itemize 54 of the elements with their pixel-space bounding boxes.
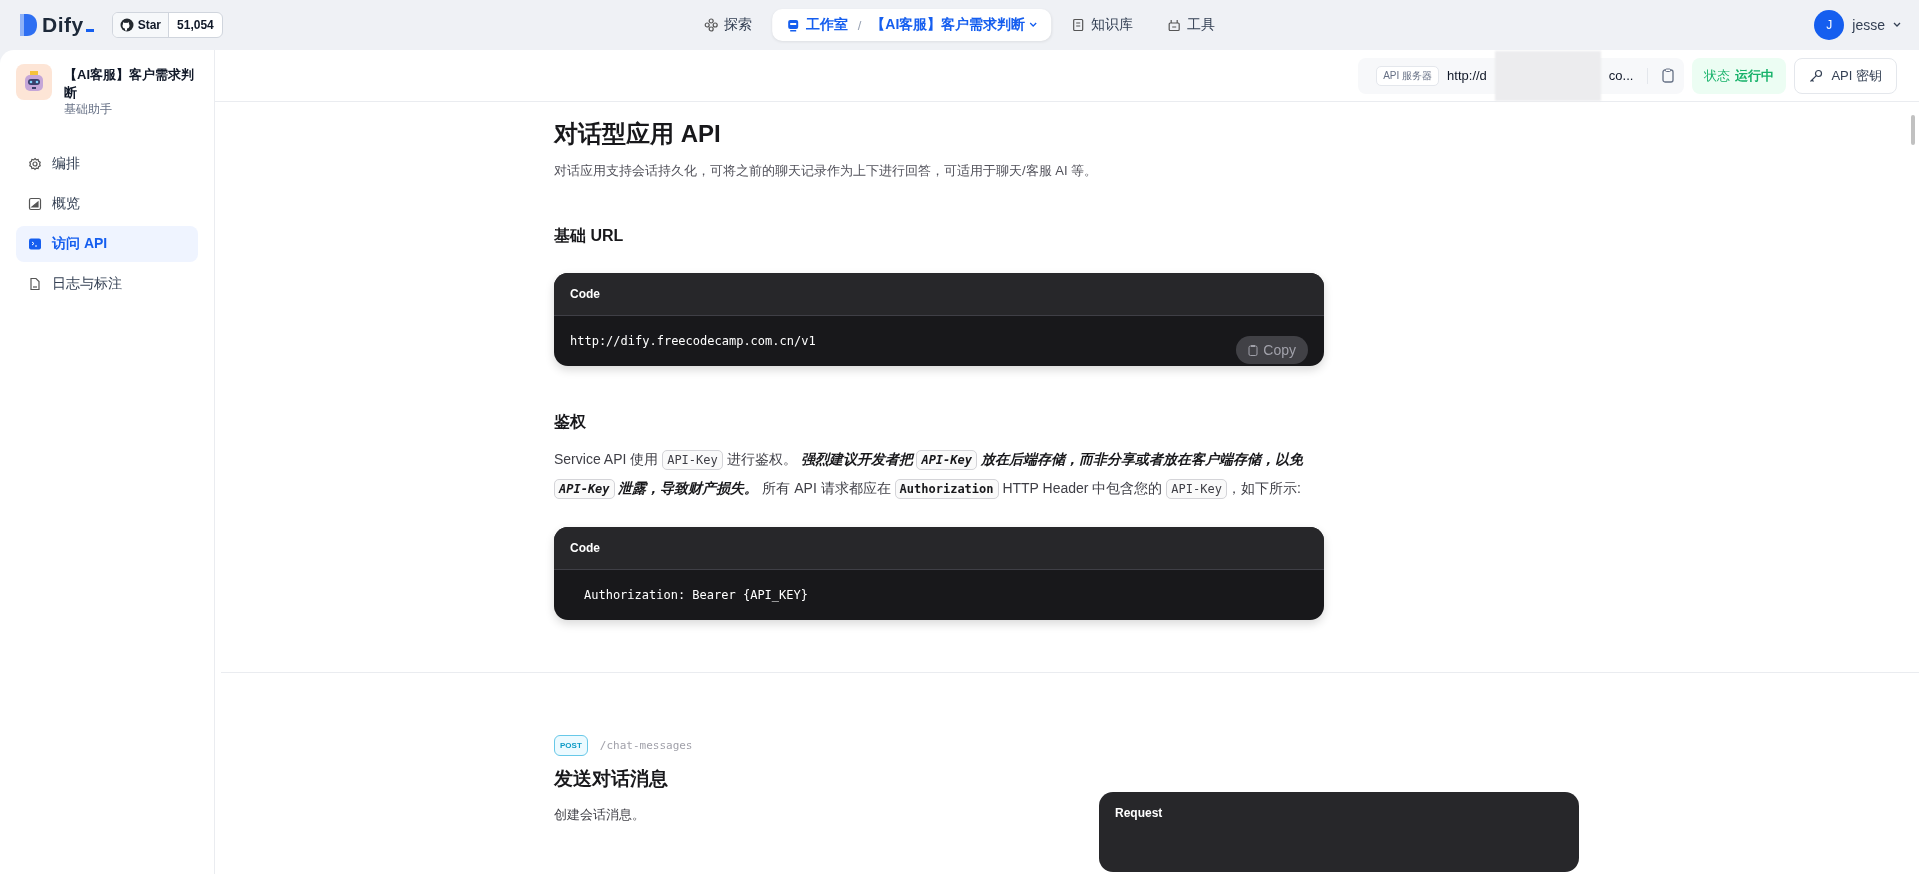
terminal-icon [28, 237, 42, 251]
server-url-start: http://d [1447, 68, 1487, 83]
endpoint-description: 创建会话消息。 [554, 806, 646, 824]
method-badge: POST [554, 735, 588, 756]
auth-paragraph: Service API 使用 API-Key 进行鉴权。 强烈建议开发者把 API-Key 放在后端存储，而非分享或者放在客户端存储，以免 API-Key 泄露，导致财产损失。 所有 API 请求都应在 Authorization HTTP Header 中包含您的 API-Key ，如下所示: [554, 445, 1324, 503]
code-header: Code [554, 527, 1324, 570]
server-url-end: co... [1608, 68, 1634, 83]
code-header: Code [554, 273, 1324, 316]
gear-icon [28, 157, 42, 171]
page-title: 对话型应用 API [554, 119, 722, 149]
app-switcher[interactable]: 【AI客服】客户需求判断 [861, 9, 1048, 41]
endpoint-title: 发送对话消息 [554, 767, 669, 791]
robot-app-icon [16, 64, 52, 100]
robot-icon [785, 18, 800, 32]
nav-tab[interactable]: 探索 [689, 9, 766, 41]
status-badge: 状态 运行中 [1692, 57, 1787, 94]
section-heading: 鉴权 [554, 412, 587, 432]
page-description: 对话应用支持会话持久化，可将之前的聊天记录作为上下进行回答，可适用于聊天/客服 AI 等。 [554, 162, 1099, 180]
sidebar-item[interactable]: 概览 [16, 186, 198, 222]
compass-grid-icon [703, 18, 718, 32]
user-menu[interactable]: J jesse [1814, 10, 1901, 40]
document-icon [28, 277, 42, 291]
code-text: Authorization: Bearer {API_KEY} [584, 588, 808, 602]
avatar: J [1814, 10, 1845, 40]
sidebar-item[interactable]: 日志与标注 [16, 266, 198, 302]
github-icon [119, 18, 134, 32]
breadcrumb-separator: / [857, 17, 862, 33]
logo-text: Dify [42, 13, 94, 37]
nav-tab[interactable]: 工作室 [775, 9, 858, 41]
nav-tab[interactable]: 知识库 [1057, 9, 1148, 41]
api-key-button[interactable]: API 密钥 [1794, 57, 1897, 94]
clipboard-icon[interactable] [1662, 68, 1675, 83]
section-heading: 基础 URL [554, 226, 625, 246]
clipboard-icon [1248, 344, 1259, 356]
copy-button[interactable]: Copy [1236, 336, 1308, 364]
request-title: Request [1115, 806, 1163, 820]
app-type: 基础助手 [64, 102, 113, 116]
toolbox-icon [1167, 18, 1182, 32]
sidebar-item[interactable]: 编排 [16, 146, 198, 182]
code-text: http://dify.freecodecamp.com.cn/v1 [570, 334, 816, 348]
chart-icon [28, 197, 42, 211]
key-icon [1809, 68, 1824, 83]
server-tag: API 服务器 [1376, 65, 1440, 86]
chevron-down-icon [1893, 22, 1901, 28]
nav-tab[interactable]: 工具 [1153, 9, 1230, 41]
star-count: 51,054 [176, 18, 215, 32]
book-icon [1071, 18, 1086, 32]
scrollbar-thumb[interactable] [1911, 115, 1915, 145]
github-star-button[interactable]: Star 51,054 [111, 12, 223, 38]
chevron-down-icon [1029, 22, 1038, 28]
app-name: 【AI客服】客户需求判断 [64, 66, 195, 102]
logo-icon [18, 13, 38, 37]
endpoint-path: /chat-messages [599, 739, 693, 752]
sidebar-item[interactable]: 访问 API [16, 226, 198, 262]
